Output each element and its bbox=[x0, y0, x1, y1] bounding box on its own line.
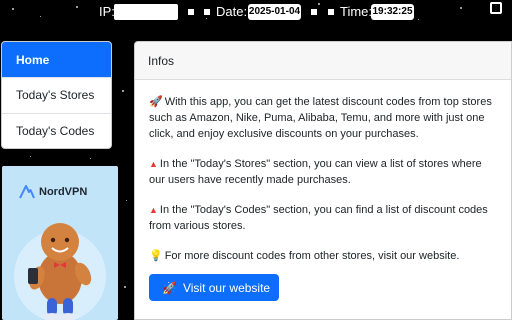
info-paragraph: 🚀 With this app, you can get the latest d… bbox=[149, 94, 499, 142]
sidebar-item-home[interactable]: Home bbox=[2, 42, 111, 78]
red-triangle-icon: ▲ bbox=[149, 205, 158, 215]
sidebar-item-todays-codes[interactable]: Today's Codes bbox=[2, 112, 111, 148]
square-icon bbox=[490, 2, 502, 14]
nordvpn-logo: NordVPN bbox=[19, 185, 87, 199]
sidebar-item-label: Today's Stores bbox=[16, 88, 95, 103]
sidebar-item-label: Home bbox=[16, 52, 50, 67]
sidebar-item-todays-stores[interactable]: Today's Stores bbox=[2, 77, 111, 112]
paragraph-text: For more discount codes from other store… bbox=[164, 250, 460, 262]
separator-dot bbox=[328, 9, 334, 15]
date-label: Date: bbox=[216, 4, 248, 19]
rocket-icon: 🚀 bbox=[149, 96, 163, 108]
sidebar-item-label: Today's Codes bbox=[16, 123, 95, 138]
time-label: Time: bbox=[340, 4, 373, 19]
ip-label: IP: bbox=[99, 4, 115, 19]
paragraph-text: In the "Today's Stores" section, you can… bbox=[149, 158, 482, 186]
ip-value-redacted bbox=[114, 4, 178, 20]
card-header: Infos bbox=[135, 42, 511, 80]
visit-website-button[interactable]: 🚀 Visit our website bbox=[149, 274, 280, 301]
separator-dot bbox=[204, 9, 210, 15]
paragraph-text: With this app, you can get the latest di… bbox=[149, 96, 492, 140]
separator-dot bbox=[188, 9, 194, 15]
info-paragraph: ▲ In the "Today's Codes" section, you can… bbox=[149, 202, 499, 234]
red-triangle-icon: ▲ bbox=[149, 159, 158, 169]
card-title: Infos bbox=[148, 53, 175, 68]
date-value: 2025-01-04 bbox=[248, 4, 301, 20]
ad-brand-name: NordVPN bbox=[39, 186, 88, 198]
status-bar: IP: Date: 2025-01-04 Time: 19:32:25 bbox=[0, 0, 512, 24]
info-card: Infos 🚀 With this app, you can get the la… bbox=[134, 41, 512, 320]
button-label: Visit our website bbox=[182, 280, 271, 295]
separator-dot bbox=[311, 9, 317, 15]
nordvpn-mountain-icon bbox=[19, 185, 35, 199]
time-value: 19:32:25 bbox=[371, 4, 414, 20]
card-body: 🚀 With this app, you can get the latest d… bbox=[135, 80, 511, 301]
paragraph-text: In the "Today's Codes" section, you can … bbox=[149, 204, 488, 232]
sidebar-menu: Home Today's Stores Today's Codes bbox=[1, 41, 112, 149]
rocket-icon: 🚀 bbox=[162, 280, 177, 295]
info-paragraph: 💡 For more discount codes from other stor… bbox=[149, 248, 499, 264]
info-paragraph: ▲ In the "Today's Stores" section, you ca… bbox=[149, 156, 499, 188]
lightbulb-icon: 💡 bbox=[149, 250, 163, 262]
